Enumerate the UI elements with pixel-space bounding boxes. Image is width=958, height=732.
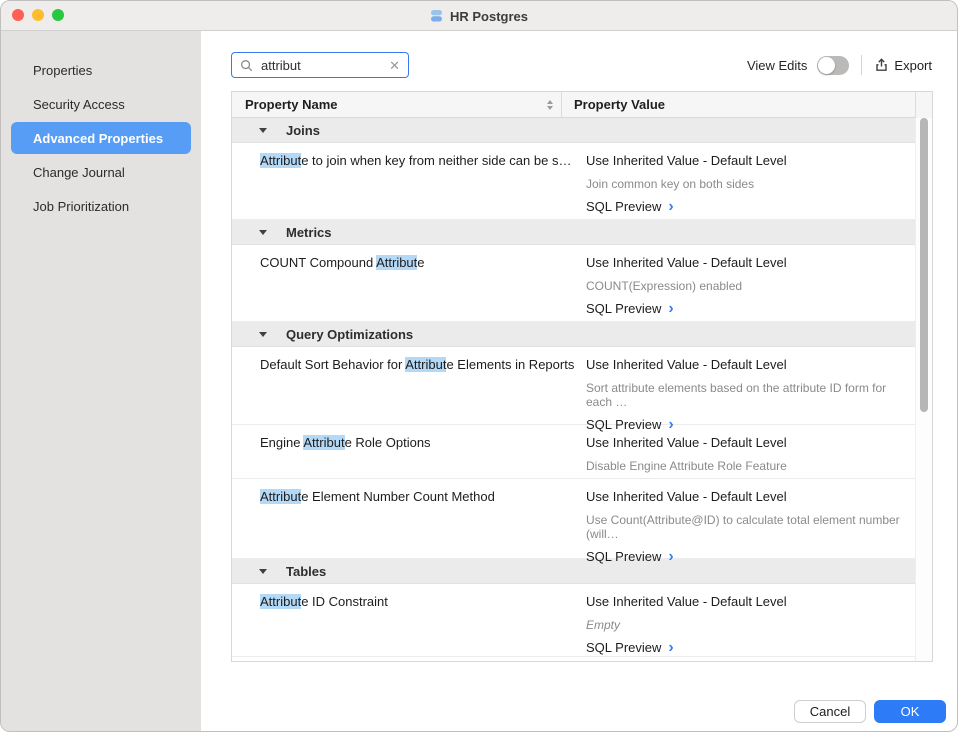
window-title-area: HR Postgres [1, 1, 957, 31]
property-value[interactable]: Use Inherited Value - Default Level [586, 489, 909, 504]
export-label: Export [894, 58, 932, 73]
sidebar-item-advanced-properties[interactable]: Advanced Properties [11, 122, 191, 154]
sidebar: Properties Security Access Advanced Prop… [1, 31, 201, 732]
toggle-knob [818, 57, 835, 74]
collapse-triangle-icon[interactable] [259, 230, 267, 235]
scrollbar-header-cell [915, 92, 932, 118]
section-header-query-optimizations[interactable]: Query Optimizations [232, 322, 915, 347]
property-value-cell: Use Inherited Value - Default Level Join… [574, 143, 915, 219]
table-row[interactable]: Attribute to join when key from neither … [232, 143, 915, 220]
section-label: Tables [286, 564, 326, 579]
property-value[interactable]: Use Inherited Value - Default Level [586, 153, 909, 168]
property-value[interactable]: Use Inherited Value - Default Level [586, 594, 909, 609]
sidebar-item-label: Security Access [33, 97, 125, 112]
sql-preview-link[interactable]: SQL Preview › [586, 301, 909, 316]
chevron-right-icon: › [668, 551, 673, 563]
sidebar-item-label: Properties [33, 63, 92, 78]
export-icon [874, 57, 889, 73]
collapse-triangle-icon[interactable] [259, 569, 267, 574]
view-edits-label: View Edits [747, 58, 807, 73]
scrollbar-thumb[interactable] [920, 118, 928, 412]
window-title: HR Postgres [450, 9, 528, 24]
property-value[interactable]: Use Inherited Value - Default Level [586, 435, 909, 450]
property-value[interactable]: Use Inherited Value - Default Level [586, 255, 909, 270]
property-description: Join common key on both sides [586, 177, 909, 191]
section-label: Joins [286, 123, 320, 138]
sql-preview-label: SQL Preview [586, 640, 661, 655]
collapse-triangle-icon[interactable] [259, 128, 267, 133]
table-header: Property Name Property Value [232, 92, 932, 118]
table-row[interactable]: Attribute ID Constraint Use Inherited Va… [232, 584, 915, 657]
property-name: COUNT Compound Attribute [232, 245, 574, 321]
sidebar-item-job-prioritization[interactable]: Job Prioritization [11, 190, 191, 222]
cancel-button[interactable]: Cancel [794, 700, 866, 723]
column-header-property-name[interactable]: Property Name [232, 97, 543, 112]
chevron-right-icon: › [668, 201, 673, 213]
section-header-metrics[interactable]: Metrics [232, 220, 915, 245]
ok-button[interactable]: OK [874, 700, 946, 723]
sidebar-item-security-access[interactable]: Security Access [11, 88, 191, 120]
property-description: Use Count(Attribute@ID) to calculate tot… [586, 513, 909, 541]
table-row[interactable]: Attribute Element Number Count Method Us… [232, 479, 915, 559]
sql-preview-link[interactable]: SQL Preview › [586, 199, 909, 214]
property-description: Disable Engine Attribute Role Feature [586, 459, 909, 473]
chevron-right-icon: › [668, 642, 673, 654]
sidebar-item-change-journal[interactable]: Change Journal [11, 156, 191, 188]
sidebar-item-label: Job Prioritization [33, 199, 129, 214]
property-name: Attribute Element Number Count Method [232, 479, 574, 558]
titlebar: HR Postgres [1, 1, 957, 31]
table-body: Joins Attribute to join when key from ne… [232, 118, 915, 661]
toolbar-divider [861, 55, 862, 75]
property-name: Engine Attribute Role Options [232, 425, 574, 478]
property-name: Attribute ID Constraint [232, 584, 574, 656]
property-name: Default Sort Behavior for Attribute Elem… [232, 347, 574, 424]
chevron-right-icon: › [668, 303, 673, 315]
property-value-cell: Use Inherited Value - Default Level COUN… [574, 245, 915, 321]
sql-preview-link[interactable]: SQL Preview › [586, 549, 909, 564]
property-value-cell: Use Inherited Value - Default Level Sort… [574, 347, 915, 424]
property-value-cell: Use Inherited Value - Default Level Disa… [574, 425, 915, 478]
property-value[interactable]: Use Inherited Value - Default Level [586, 357, 909, 372]
search-input[interactable] [259, 57, 389, 74]
property-description: Empty [586, 618, 909, 632]
sidebar-item-label: Advanced Properties [33, 131, 163, 146]
column-header-property-value[interactable]: Property Value [562, 97, 915, 112]
property-value-cell: Use Inherited Value - Default Level Empt… [574, 584, 915, 656]
search-box[interactable]: ✕ [231, 52, 409, 78]
database-icon [430, 9, 443, 23]
app-window: HR Postgres Properties Security Access A… [0, 0, 958, 732]
sql-preview-label: SQL Preview [586, 301, 661, 316]
sidebar-item-properties[interactable]: Properties [11, 54, 191, 86]
sql-preview-label: SQL Preview [586, 199, 661, 214]
export-button[interactable]: Export [874, 57, 932, 73]
clear-search-icon[interactable]: ✕ [389, 59, 400, 72]
properties-table: Property Name Property Value Joins Attri… [231, 91, 933, 662]
property-name: Attribute to join when key from neither … [232, 143, 574, 219]
toolbar-right: View Edits Export [747, 52, 932, 78]
section-label: Query Optimizations [286, 327, 413, 342]
view-edits-toggle[interactable] [817, 56, 849, 75]
section-label: Metrics [286, 225, 332, 240]
section-header-joins[interactable]: Joins [232, 118, 915, 143]
sidebar-item-label: Change Journal [33, 165, 125, 180]
sql-preview-label: SQL Preview [586, 549, 661, 564]
collapse-triangle-icon[interactable] [259, 332, 267, 337]
table-row[interactable]: COUNT Compound Attribute Use Inherited V… [232, 245, 915, 322]
sql-preview-link[interactable]: SQL Preview › [586, 640, 909, 655]
sort-icon[interactable] [543, 100, 557, 110]
property-description: COUNT(Expression) enabled [586, 279, 909, 293]
search-icon [240, 59, 253, 72]
table-row[interactable]: Engine Attribute Role Options Use Inheri… [232, 425, 915, 479]
table-row[interactable]: Default Sort Behavior for Attribute Elem… [232, 347, 915, 425]
property-value-cell: Use Inherited Value - Default Level Use … [574, 479, 915, 558]
scrollbar-track[interactable] [915, 118, 932, 661]
property-description: Sort attribute elements based on the att… [586, 381, 909, 409]
